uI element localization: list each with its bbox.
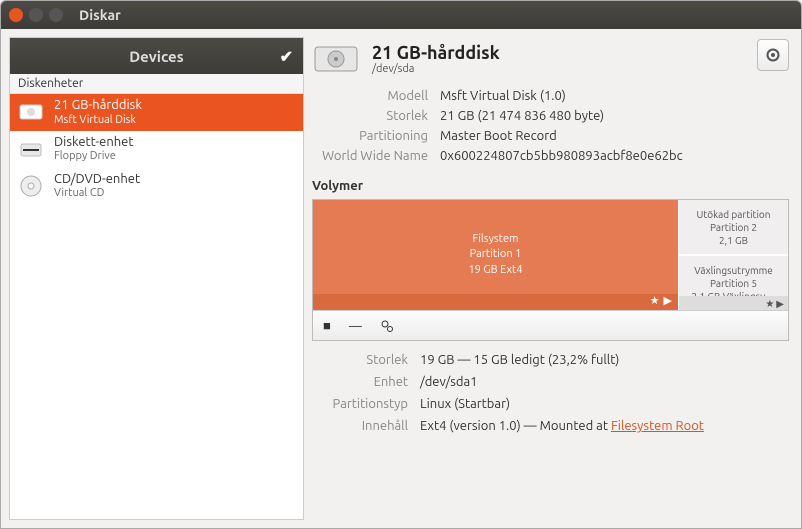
prop-value: Msft Virtual Disk (1.0) [440,89,789,103]
window-title: Diskar [79,7,121,23]
sidebar-header: Devices ✔ [10,38,303,74]
checkmark-icon[interactable]: ✔ [280,47,293,66]
window-minimize-icon[interactable] [29,8,43,22]
prop-label: Storlek [312,109,440,123]
remove-button[interactable]: — [349,318,362,333]
vol-line: 19 GB Ext4 [468,263,522,278]
device-item-cd[interactable]: CD/DVD-enhet Virtual CD [10,168,303,205]
play-icon: ▶ [776,297,784,310]
main-panel: 21 GB-hårddisk /dev/sda Modell Msft Virt… [312,29,801,528]
main-header: 21 GB-hårddisk /dev/sda [312,39,789,79]
minus-icon: — [349,318,362,333]
device-title: Diskett-enhet [54,135,133,151]
volumes-panel: Filsystem Partition 1 19 GB Ext4 ★ ▶ Utö… [312,199,789,341]
stop-icon: ■ [323,318,331,333]
volume-partition-2[interactable]: Utökad partition Partition 2 2,1 GB [679,200,788,256]
device-title: 21 GB-hårddisk [54,98,142,114]
device-sub: Msft Virtual Disk [54,114,142,127]
vol-line: Växlingsutrymme [694,264,772,277]
window-maximize-icon[interactable] [49,8,63,22]
device-sub: Floppy Drive [54,150,133,163]
prop-label: Enhet [312,375,420,389]
disk-title: 21 GB-hårddisk [372,43,500,63]
prop-label: Innehåll [312,419,420,433]
content-prefix: Ext4 (version 1.0) — Mounted at [420,419,611,433]
vol-line: Filsystem [472,232,518,247]
more-actions-button[interactable] [380,319,394,333]
stop-button[interactable]: ■ [323,318,331,333]
prop-value: Master Boot Record [440,129,789,143]
vol-line: Utökad partition [697,208,771,221]
vol-line: Partition 5 [710,277,757,290]
settings-button[interactable] [757,39,789,71]
gears-icon [380,319,394,333]
sidebar-subheader: Diskenheter [10,74,303,94]
filesystem-root-link[interactable]: Filesystem Root [611,419,704,433]
disk-properties: Modell Msft Virtual Disk (1.0) Storlek 2… [312,89,789,163]
volume-indicator-strip: ★ ▶ [679,296,788,310]
prop-value: 0x600224807cb5bb980893acbf8e0e62bc [440,149,789,163]
floppy-icon [18,136,44,162]
volume-partition-5[interactable]: Växlingsutrymme Partition 5 2,1 GB Växli… [679,256,788,310]
content: Devices ✔ Diskenheter 21 GB-hårddisk Msf… [1,29,801,528]
gear-icon [765,47,781,63]
device-sub: Virtual CD [54,187,140,200]
window: Diskar Devices ✔ Diskenheter 21 GB-hårdd… [0,0,802,529]
device-item-floppy[interactable]: Diskett-enhet Floppy Drive [10,131,303,168]
star-icon: ★ [650,294,660,309]
vol-line: 2,1 GB [719,234,748,247]
cd-icon [18,173,44,199]
disk-path: /dev/sda [372,63,500,75]
volume-toolbar: ■ — [313,310,788,340]
play-icon: ▶ [664,294,672,309]
prop-value: 19 GB — 15 GB ledigt (23,2% fullt) [420,353,789,367]
volumes-title: Volymer [312,179,789,193]
prop-value: Linux (Startbar) [420,397,789,411]
volume-partition-1[interactable]: Filsystem Partition 1 19 GB Ext4 ★ ▶ [313,200,678,310]
volume-properties: Storlek 19 GB — 15 GB ledigt (23,2% full… [312,353,789,433]
prop-label: Partitionstyp [312,397,420,411]
device-title: CD/DVD-enhet [54,172,140,188]
prop-label: World Wide Name [312,149,440,163]
sidebar-header-label: Devices [129,48,184,65]
titlebar[interactable]: Diskar [1,1,801,29]
window-close-icon[interactable] [9,8,23,22]
prop-value: /dev/sda1 [420,375,789,389]
disk-icon [312,39,360,79]
vol-line: Partition 2 [710,221,757,234]
prop-label: Modell [312,89,440,103]
star-icon: ★ [765,297,774,310]
prop-label: Partitioning [312,129,440,143]
prop-value: Ext4 (version 1.0) — Mounted at Filesyst… [420,419,789,433]
device-item-harddisk[interactable]: 21 GB-hårddisk Msft Virtual Disk [10,94,303,131]
sidebar: Devices ✔ Diskenheter 21 GB-hårddisk Msf… [9,37,304,520]
prop-label: Storlek [312,353,420,367]
volume-indicator-strip: ★ ▶ [313,294,678,310]
harddisk-icon [18,99,44,125]
prop-value: 21 GB (21 474 836 480 byte) [440,109,789,123]
vol-line: Partition 1 [470,247,522,262]
